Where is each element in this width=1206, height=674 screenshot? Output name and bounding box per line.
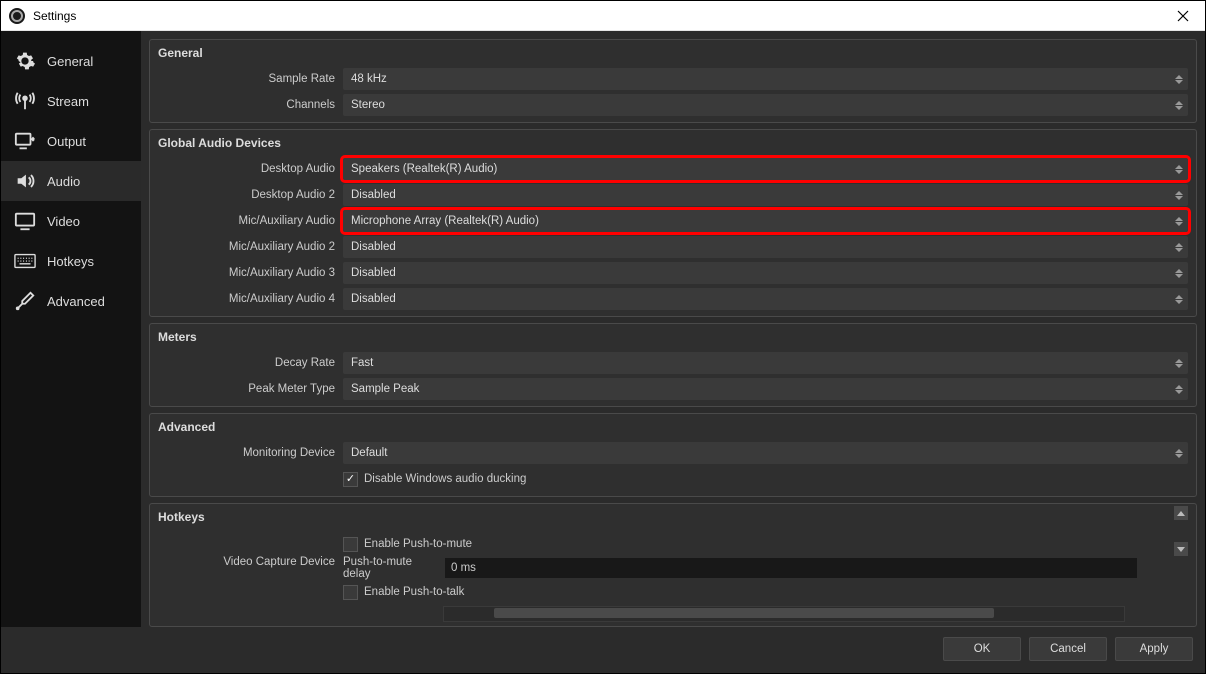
group-advanced: Advanced Monitoring Device Default Disab… <box>149 413 1197 497</box>
window-title: Settings <box>33 9 76 23</box>
group-meters: Meters Decay Rate Fast Peak Meter Type S… <box>149 323 1197 407</box>
sidebar-item-label: Audio <box>47 174 80 189</box>
label-mic-aux-2: Mic/Auxiliary Audio 2 <box>150 241 343 253</box>
check-icon <box>343 472 358 487</box>
spinner-icon <box>1172 290 1186 308</box>
label-video-capture-device: Video Capture Device <box>150 534 343 568</box>
spinner-icon <box>1172 238 1186 256</box>
group-general: General Sample Rate 48 kHz Channels Ster… <box>149 39 1197 123</box>
body: General Stream Output Audio <box>1 31 1205 627</box>
combo-monitoring-device[interactable]: Default <box>343 442 1188 464</box>
close-button[interactable] <box>1169 6 1197 26</box>
label-monitoring-device: Monitoring Device <box>150 447 343 459</box>
app-icon <box>9 8 25 24</box>
scroll-down-button[interactable] <box>1174 542 1188 556</box>
sidebar-item-label: Output <box>47 134 86 149</box>
label-sample-rate: Sample Rate <box>150 73 343 85</box>
spinner-icon <box>1172 70 1186 88</box>
titlebar-left: Settings <box>9 8 76 24</box>
settings-window: Settings General Stream <box>0 0 1206 674</box>
sidebar-item-audio[interactable]: Audio <box>1 161 141 201</box>
sidebar-item-label: Hotkeys <box>47 254 94 269</box>
combo-mic-aux-4[interactable]: Disabled <box>343 288 1188 310</box>
group-hotkeys: Hotkeys Video Capture Device Enable Push… <box>149 503 1197 627</box>
combo-desktop-audio[interactable]: Speakers (Realtek(R) Audio) <box>343 158 1188 180</box>
spinner-icon <box>1172 160 1186 178</box>
sidebar-item-output[interactable]: Output <box>1 121 141 161</box>
combo-mic-aux-2[interactable]: Disabled <box>343 236 1188 258</box>
label-channels: Channels <box>150 99 343 111</box>
keyboard-icon <box>13 251 37 271</box>
combo-mic-aux-3[interactable]: Disabled <box>343 262 1188 284</box>
group-title-general: General <box>150 40 1196 66</box>
check-icon <box>343 585 358 600</box>
cancel-button[interactable]: Cancel <box>1029 637 1107 661</box>
label-desktop-audio-2: Desktop Audio 2 <box>150 189 343 201</box>
gear-icon <box>13 51 37 71</box>
check-icon <box>343 537 358 552</box>
checkbox-disable-ducking[interactable]: Disable Windows audio ducking <box>343 472 1188 487</box>
group-devices: Global Audio Devices Desktop Audio Speak… <box>149 129 1197 317</box>
label-peak-meter: Peak Meter Type <box>150 383 343 395</box>
sidebar-item-label: Stream <box>47 94 89 109</box>
checkbox-push-to-mute[interactable]: Enable Push-to-mute <box>343 537 472 552</box>
titlebar: Settings <box>1 1 1205 31</box>
sidebar-item-hotkeys[interactable]: Hotkeys <box>1 241 141 281</box>
label-desktop-audio: Desktop Audio <box>150 163 343 175</box>
monitor-icon <box>13 211 37 231</box>
ok-button[interactable]: OK <box>943 637 1021 661</box>
sidebar-item-general[interactable]: General <box>1 41 141 81</box>
spinner-icon <box>1172 96 1186 114</box>
spinner-icon <box>1172 186 1186 204</box>
label-push-to-talk: Enable Push-to-talk <box>364 586 464 598</box>
checkbox-push-to-talk[interactable]: Enable Push-to-talk <box>343 585 464 600</box>
output-icon <box>13 131 37 151</box>
apply-button[interactable]: Apply <box>1115 637 1193 661</box>
group-title-devices: Global Audio Devices <box>150 130 1196 156</box>
label-push-to-mute: Enable Push-to-mute <box>364 538 472 550</box>
label-disable-ducking: Disable Windows audio ducking <box>364 473 526 485</box>
sidebar-item-advanced[interactable]: Advanced <box>1 281 141 321</box>
combo-decay-rate[interactable]: Fast <box>343 352 1188 374</box>
label-mic-aux: Mic/Auxiliary Audio <box>150 215 343 227</box>
sidebar: General Stream Output Audio <box>1 31 141 627</box>
label-mic-aux-4: Mic/Auxiliary Audio 4 <box>150 293 343 305</box>
combo-desktop-audio-2[interactable]: Disabled <box>343 184 1188 206</box>
spinner-icon <box>1172 444 1186 462</box>
label-push-mute-delay: Push-to-mute delay <box>343 556 439 580</box>
content-area: General Sample Rate 48 kHz Channels Ster… <box>141 31 1205 627</box>
input-push-mute-delay[interactable]: 0 ms <box>445 558 1137 578</box>
horizontal-scrollbar[interactable] <box>443 606 1125 622</box>
spinner-icon <box>1172 354 1186 372</box>
sidebar-item-stream[interactable]: Stream <box>1 81 141 121</box>
spinner-icon <box>1172 380 1186 398</box>
combo-sample-rate[interactable]: 48 kHz <box>343 68 1188 90</box>
combo-peak-meter[interactable]: Sample Peak <box>343 378 1188 400</box>
group-title-meters: Meters <box>150 324 1196 350</box>
label-decay-rate: Decay Rate <box>150 357 343 369</box>
tools-icon <box>13 291 37 311</box>
group-title-advanced: Advanced <box>150 414 1196 440</box>
sidebar-item-label: Advanced <box>47 294 105 309</box>
antenna-icon <box>13 91 37 111</box>
combo-mic-aux[interactable]: Microphone Array (Realtek(R) Audio) <box>343 210 1188 232</box>
sidebar-item-video[interactable]: Video <box>1 201 141 241</box>
spinner-icon <box>1172 212 1186 230</box>
footer: OK Cancel Apply <box>1 627 1205 673</box>
speaker-icon <box>13 171 37 191</box>
scroll-up-button[interactable] <box>1174 506 1188 520</box>
spinner-icon <box>1172 264 1186 282</box>
group-title-hotkeys: Hotkeys <box>150 504 1196 530</box>
label-mic-aux-3: Mic/Auxiliary Audio 3 <box>150 267 343 279</box>
sidebar-item-label: General <box>47 54 93 69</box>
combo-channels[interactable]: Stereo <box>343 94 1188 116</box>
sidebar-item-label: Video <box>47 214 80 229</box>
